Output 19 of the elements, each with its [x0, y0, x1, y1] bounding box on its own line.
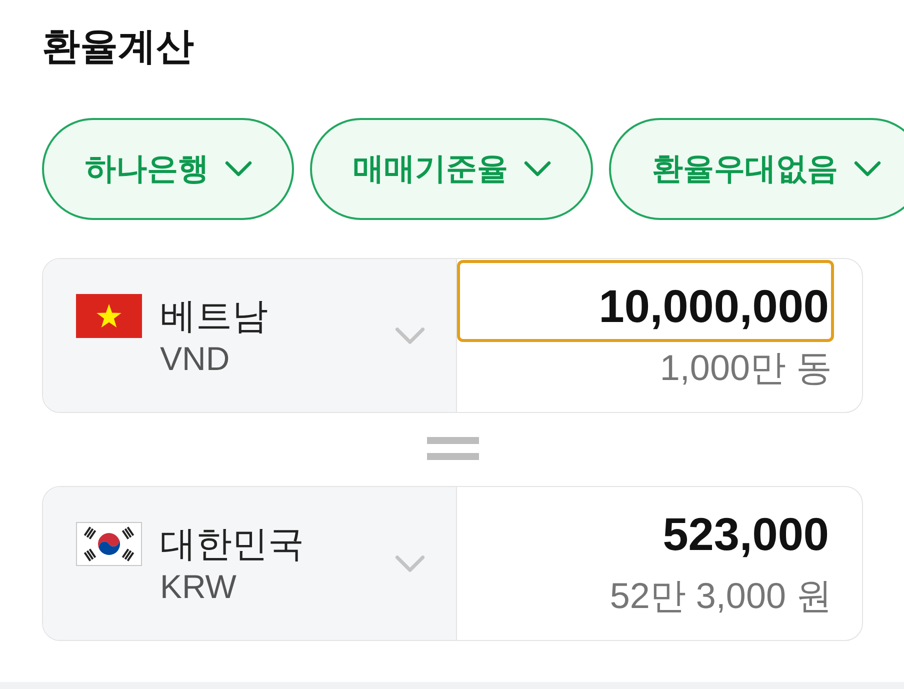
chevron-down-icon [395, 554, 425, 572]
amount-in-words: 52만 3,000 원 [610, 574, 833, 618]
country-name: 대한민국 [160, 522, 304, 566]
amount-field[interactable]: 523,000 [457, 488, 834, 570]
currency-select-button[interactable]: 베트남 VND [43, 259, 457, 412]
chevron-down-icon [395, 326, 425, 344]
amount-in-words: 1,000만 동 [660, 346, 833, 390]
korea-flag-icon [76, 522, 142, 566]
vietnam-flag-icon [76, 294, 142, 338]
chevron-down-icon [524, 161, 551, 177]
currency-select-button[interactable]: 대한민국 KRW [43, 487, 457, 640]
chevron-down-icon [225, 161, 252, 177]
amount-field[interactable]: 10,000,000 [457, 260, 834, 342]
currency-code: KRW [160, 566, 238, 606]
page-title: 환율계산 [42, 25, 194, 70]
chevron-down-icon [854, 161, 881, 177]
currency-code: VND [160, 338, 231, 378]
country-name: 베트남 [160, 294, 268, 338]
equals-icon [426, 437, 478, 460]
